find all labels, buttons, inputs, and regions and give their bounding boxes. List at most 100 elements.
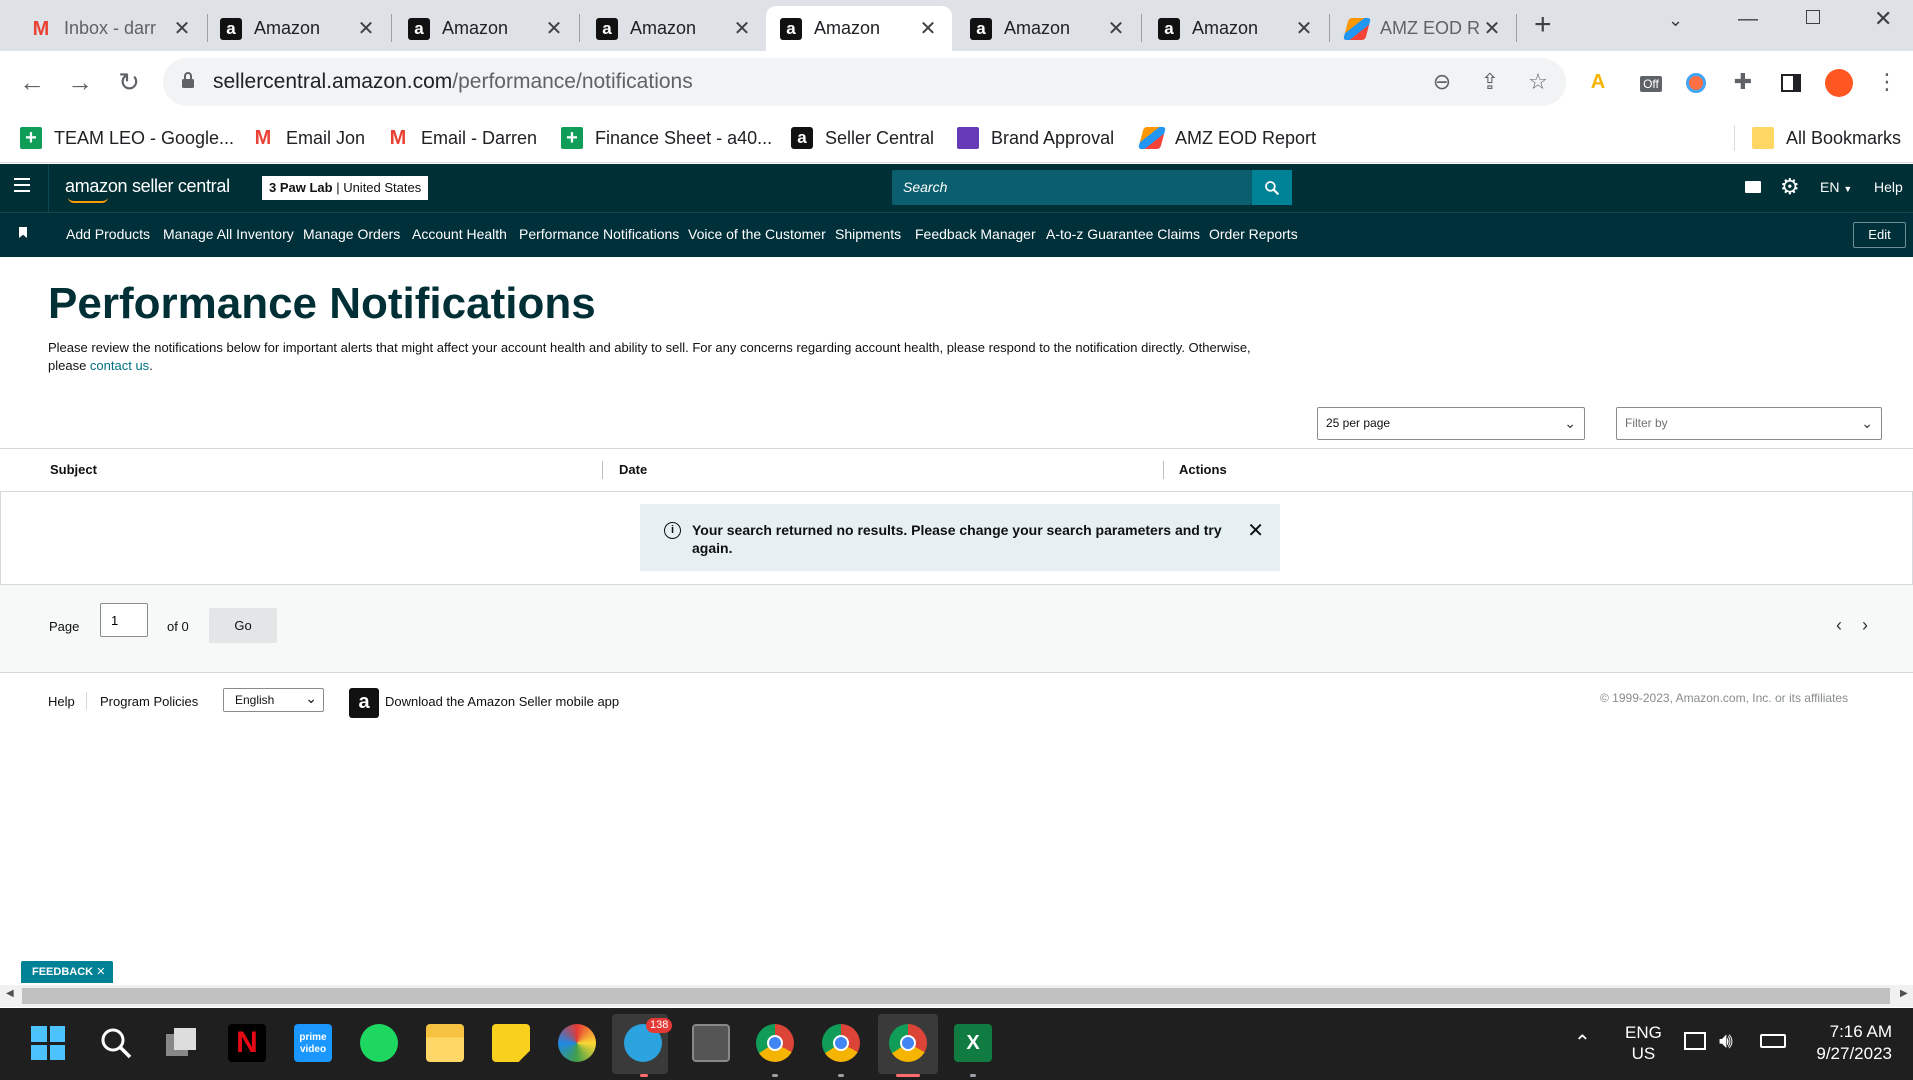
close-icon[interactable]: ✕ xyxy=(544,16,564,41)
browser-tab[interactable]: M Inbox - darr ✕ xyxy=(16,6,206,51)
browser-tab[interactable]: a Amazon ✕ xyxy=(956,6,1140,51)
chrome-active-icon[interactable] xyxy=(889,1024,927,1062)
spotify-icon[interactable] xyxy=(360,1024,398,1062)
share-icon[interactable]: ⇪ xyxy=(1476,68,1504,96)
store-switcher[interactable]: 3 Paw Lab | United States xyxy=(262,176,429,200)
footer-help-link[interactable]: Help xyxy=(48,694,75,709)
chevron-up-icon[interactable]: ⌃ xyxy=(1574,1030,1591,1055)
more-menu-icon[interactable]: ⋮ xyxy=(1872,67,1902,97)
minimize-icon[interactable]: — xyxy=(1738,8,1758,31)
telegram-icon[interactable]: 138 xyxy=(624,1018,673,1062)
network-icon[interactable] xyxy=(1684,1032,1706,1050)
column-header-subject[interactable]: Subject xyxy=(50,462,97,477)
chrome-icon[interactable] xyxy=(822,1024,860,1062)
ascout-extension-icon[interactable]: A xyxy=(1583,67,1613,97)
nav-item[interactable]: Add Products xyxy=(66,226,150,242)
browser-tab[interactable]: a Amazon ✕ xyxy=(582,6,766,51)
puzzle-extensions-icon[interactable]: ✚ xyxy=(1728,67,1758,97)
seller-central-logo[interactable]: amazon seller central xyxy=(65,176,230,197)
prime-video-icon[interactable]: prime video xyxy=(294,1024,332,1062)
bookmark-item[interactable]: + TEAM LEO - Google... xyxy=(20,123,234,153)
nav-item[interactable]: Feedback Manager xyxy=(915,226,1036,242)
close-icon[interactable]: ✕ xyxy=(1106,16,1126,41)
bookmark-item[interactable]: Brand Approval xyxy=(957,123,1114,153)
contact-us-link[interactable]: contact us xyxy=(90,358,149,373)
bookmark-item[interactable]: M Email Jon xyxy=(252,123,365,153)
nav-item[interactable]: A-to-z Guarantee Claims xyxy=(1046,226,1200,242)
filter-select[interactable]: Filter by ⌄ xyxy=(1616,407,1882,440)
new-tab-icon[interactable]: + xyxy=(1534,8,1552,42)
close-icon[interactable]: ✕ xyxy=(1294,16,1314,41)
bookmark-star-icon[interactable]: ☆ xyxy=(1524,68,1552,96)
clock[interactable]: 7:16 AM 9/27/2023 xyxy=(1810,1021,1892,1065)
nav-item[interactable]: Manage All Inventory xyxy=(163,226,294,242)
close-icon[interactable]: ✕ xyxy=(918,16,938,41)
search-input[interactable]: Search xyxy=(892,170,1252,205)
edit-nav-button[interactable]: Edit xyxy=(1853,222,1906,248)
close-icon[interactable]: ✕ xyxy=(172,16,192,41)
calculator-icon[interactable] xyxy=(692,1024,730,1062)
column-header-date[interactable]: Date xyxy=(619,462,647,477)
mail-icon[interactable] xyxy=(1745,181,1761,193)
seller-app-icon[interactable]: a xyxy=(349,688,379,718)
side-panel-icon[interactable] xyxy=(1776,67,1806,97)
language-indicator[interactable]: ENG US xyxy=(1625,1022,1662,1064)
window-close-icon[interactable]: ✕ xyxy=(1874,6,1892,32)
forward-arrow-icon[interactable]: → xyxy=(63,65,97,99)
bookmark-item[interactable]: AMZ EOD Report xyxy=(1138,123,1316,153)
file-explorer-icon[interactable] xyxy=(426,1024,464,1062)
reload-icon[interactable]: ↻ xyxy=(112,65,146,99)
browser-tab[interactable]: a Amazon ✕ xyxy=(394,6,578,51)
nav-item[interactable]: Manage Orders xyxy=(303,226,400,242)
orange-extension-icon[interactable] xyxy=(1681,67,1711,97)
browser-tab-active[interactable]: a Amazon ✕ xyxy=(766,6,952,51)
zoom-icon[interactable]: ⊖ xyxy=(1428,68,1456,96)
all-bookmarks-button[interactable]: All Bookmarks xyxy=(1752,123,1901,153)
profile-avatar-icon[interactable] xyxy=(1824,67,1854,97)
address-bar[interactable]: sellercentral.amazon.com/performance/not… xyxy=(163,58,1566,106)
hamburger-menu-icon[interactable] xyxy=(14,178,30,192)
scrollbar-thumb[interactable] xyxy=(22,988,1890,1004)
horizontal-scrollbar[interactable]: ◀ ▶ xyxy=(0,985,1913,1007)
scroll-right-icon[interactable]: ▶ xyxy=(1900,988,1908,999)
footer-language-select[interactable]: English ⌄ xyxy=(223,688,324,712)
close-icon[interactable]: ✕ xyxy=(1482,16,1502,41)
back-arrow-icon[interactable]: ← xyxy=(15,65,49,99)
browser-tab[interactable]: AMZ EOD R ✕ xyxy=(1332,6,1516,51)
bookmark-item[interactable]: a Seller Central xyxy=(791,123,934,153)
battery-icon[interactable] xyxy=(1760,1034,1786,1048)
scroll-left-icon[interactable]: ◀ xyxy=(6,988,14,999)
nav-item[interactable]: Shipments xyxy=(835,226,901,242)
windows-start-icon[interactable] xyxy=(29,1024,67,1062)
paint-icon[interactable] xyxy=(558,1024,596,1062)
search-button[interactable] xyxy=(1252,170,1292,205)
chrome-icon[interactable] xyxy=(756,1024,794,1062)
chevron-left-icon[interactable]: ‹ xyxy=(1836,615,1842,636)
program-policies-link[interactable]: Program Policies xyxy=(100,694,198,709)
restore-icon[interactable] xyxy=(1806,10,1820,24)
per-page-select[interactable]: 25 per page ⌄ xyxy=(1317,407,1585,440)
close-icon[interactable]: ✕ xyxy=(1247,518,1264,543)
chevron-right-icon[interactable]: › xyxy=(1862,615,1868,636)
tab-search-chevron-icon[interactable]: ⌄ xyxy=(1668,10,1683,31)
nav-item[interactable]: Voice of the Customer xyxy=(688,226,826,242)
help-link[interactable]: Help xyxy=(1874,179,1903,195)
bookmark-icon[interactable] xyxy=(19,227,27,238)
browser-tab[interactable]: a Amazon ✕ xyxy=(1144,6,1328,51)
gear-icon[interactable]: ⚙ xyxy=(1780,174,1800,200)
nav-item[interactable]: Performance Notifications xyxy=(519,226,679,242)
excel-icon[interactable]: X xyxy=(954,1024,992,1062)
bookmark-item[interactable]: M Email - Darren xyxy=(387,123,537,153)
netflix-icon[interactable]: N xyxy=(228,1024,266,1062)
off-extension-icon[interactable]: Off xyxy=(1636,67,1666,97)
feedback-button[interactable]: FEEDBACK ✕ xyxy=(21,961,113,983)
close-icon[interactable]: ✕ xyxy=(96,966,105,978)
bookmark-item[interactable]: + Finance Sheet - a40... xyxy=(561,123,772,153)
search-icon[interactable] xyxy=(97,1024,135,1062)
nav-item[interactable]: Account Health xyxy=(412,226,507,242)
page-number-input[interactable] xyxy=(100,603,148,637)
sticky-notes-icon[interactable] xyxy=(492,1024,530,1062)
download-app-link[interactable]: Download the Amazon Seller mobile app xyxy=(385,694,619,709)
close-icon[interactable]: ✕ xyxy=(356,16,376,41)
close-icon[interactable]: ✕ xyxy=(732,16,752,41)
